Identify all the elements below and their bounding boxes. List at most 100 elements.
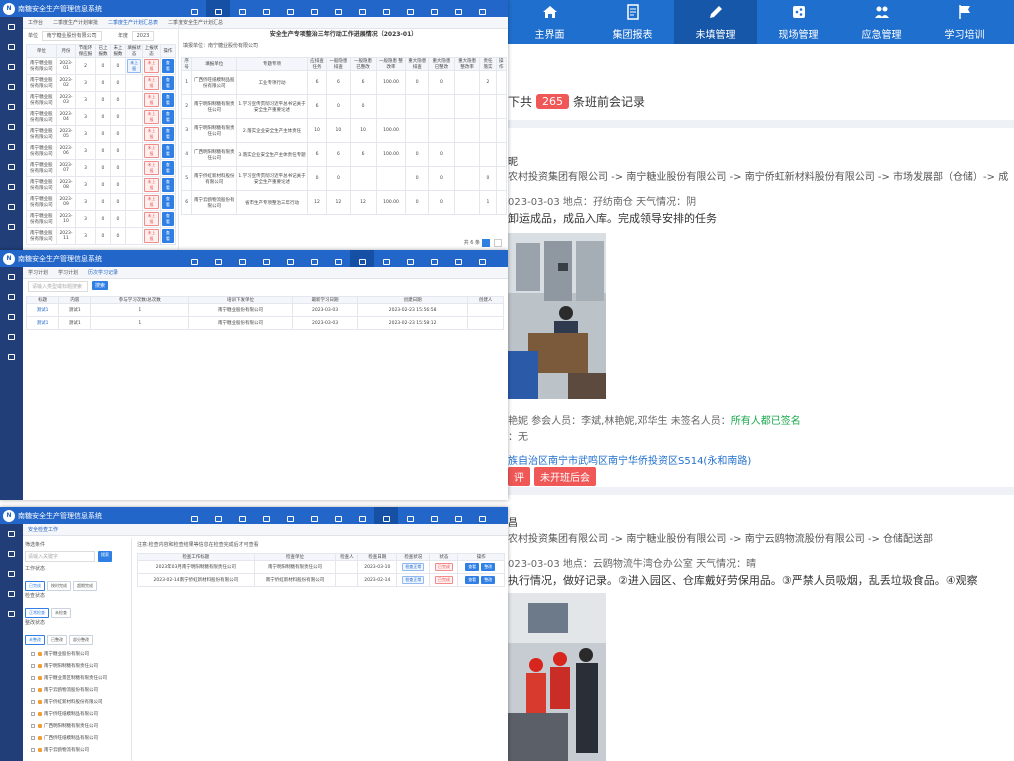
top-nav-item[interactable] [254, 507, 278, 524]
checkbox[interactable] [31, 664, 35, 668]
checkbox[interactable] [31, 652, 35, 656]
table-row[interactable]: 6 南宁云鸥物流股份有限公司 省市生产专项整治三年行动 12 12 12 100.00 0 0 1 [180, 190, 508, 215]
tab-inspection[interactable]: 安全检查工作 [23, 526, 63, 533]
filter-chip[interactable]: 已整改 [47, 635, 67, 645]
tab-q2-summary[interactable]: 二季度生产计划汇总表 [103, 19, 163, 26]
filter-chip[interactable]: 按时完成 [47, 581, 71, 591]
tree-search-input[interactable]: 请输入关键字 [25, 551, 95, 562]
table-row[interactable]: 南宁糖业股份有限公司 2023-09 3 0 0 未上报 查看 [26, 193, 177, 211]
nav-item-report[interactable]: 集团报表 [591, 0, 674, 44]
tree-item[interactable]: 南宁糖业景区制糖有限责任公司 [22, 672, 131, 684]
title-link[interactable]: 测试1 [37, 308, 49, 313]
top-nav-item[interactable] [206, 507, 230, 524]
sidebar-item[interactable] [0, 137, 23, 157]
top-nav-item[interactable] [470, 507, 494, 524]
year-picker[interactable]: 2023 [131, 31, 155, 41]
table-row[interactable]: 4 广西明阳制糖有限责任公司 3.落实企业安全生产主体责任专题 6 6 6 100.00 0 0 [180, 142, 508, 167]
sidebar-item[interactable] [0, 97, 23, 117]
top-nav-item[interactable] [302, 507, 326, 524]
top-nav-item[interactable] [254, 250, 278, 267]
sidebar-item[interactable] [0, 177, 23, 197]
sidebar-item[interactable] [0, 77, 23, 97]
table-cell[interactable]: 查看 [159, 125, 177, 143]
top-nav-item[interactable] [230, 250, 254, 267]
top-nav-item[interactable] [182, 507, 206, 524]
tree-search-button[interactable]: 搜索 [98, 551, 112, 562]
filter-chip[interactable]: 超期完成 [73, 581, 97, 591]
sidebar-item[interactable] [0, 307, 23, 327]
sidebar-item[interactable] [0, 287, 23, 307]
view-button[interactable]: 查看 [161, 110, 174, 124]
top-nav-item[interactable] [422, 0, 446, 17]
top-nav-item[interactable] [350, 0, 374, 17]
record-photo[interactable] [508, 593, 606, 761]
table-row[interactable]: 5 南宁侨虹新材料股份有限公司 1.学习宣传贯彻习近平总书记关于安全生产重要论述 0 0… [180, 166, 508, 191]
checkbox[interactable] [31, 700, 35, 704]
tab-plan[interactable]: 学习计划 [23, 269, 53, 276]
table-cell[interactable]: 查看 [159, 142, 177, 160]
top-nav-item[interactable] [446, 507, 470, 524]
table-cell[interactable]: 查看 [159, 91, 177, 109]
top-nav-item[interactable] [182, 0, 206, 17]
view-button[interactable]: 查看 [161, 59, 174, 73]
nav-item-home[interactable]: 主界面 [508, 0, 591, 44]
table-row[interactable]: 南宁糖业股份有限公司 2023-11 3 0 0 未上报 查看 [26, 227, 177, 245]
sidebar-item[interactable] [0, 544, 23, 564]
filter-chip[interactable]: 已完成 [25, 581, 45, 591]
table-row[interactable]: 测试1 测试1 1 南宁糖业股份有限公司 2023-03-03 2023-02-23 15… [25, 316, 504, 330]
filter-chip[interactable]: 未检查 [51, 608, 71, 618]
table-row[interactable]: 南宁糖业股份有限公司 2023-01 2 0 0 未上报 未上报 查看 [26, 57, 177, 75]
tab-history[interactable]: 历次学习记录 [83, 269, 123, 276]
sidebar-item[interactable] [0, 37, 23, 57]
table-row[interactable]: 南宁糖业股份有限公司 2023-05 3 0 0 未上报 查看 [26, 125, 177, 143]
sidebar-item[interactable] [0, 157, 23, 177]
sidebar-item[interactable] [0, 217, 23, 237]
top-nav-item[interactable] [398, 250, 422, 267]
action-button[interactable]: 查看 [465, 563, 480, 571]
top-nav-item[interactable] [470, 250, 494, 267]
table-cell[interactable]: 查看 [159, 210, 177, 228]
table-row[interactable]: 南宁糖业股份有限公司 2023-03 3 0 0 未上报 查看 [26, 91, 177, 109]
table-row[interactable]: 南宁糖业股份有限公司 2023-06 3 0 0 未上报 查看 [26, 142, 177, 160]
view-button[interactable]: 查看 [161, 127, 174, 141]
table-row[interactable]: 南宁糖业股份有限公司 2023-04 3 0 0 未上报 查看 [26, 108, 177, 126]
sidebar-item[interactable] [0, 267, 23, 287]
top-nav-item[interactable] [278, 0, 302, 17]
table-cell[interactable]: 查看 [159, 108, 177, 126]
nav-item-group[interactable]: 应急管理 [840, 0, 923, 44]
table-cell[interactable]: 查看 整改 [457, 573, 505, 587]
filter-chip[interactable]: 未整改 [25, 635, 45, 645]
search-button[interactable]: 搜索 [92, 281, 109, 290]
tree-item[interactable]: 广西明阳制糖有限责任公司 [22, 720, 131, 732]
checkbox[interactable] [31, 748, 35, 752]
table-row[interactable]: 1 广西侨旺纸模制品股份有限公司 工业专项行动 6 6 6 100.00 0 0 2 [180, 70, 508, 95]
top-nav-item[interactable] [398, 507, 422, 524]
action-button[interactable]: 整改 [481, 563, 496, 571]
title-link[interactable]: 测试1 [37, 321, 49, 326]
action-button[interactable]: 查看 [465, 576, 480, 584]
unit-select[interactable]: 南宁糖业股份有限公司 [41, 31, 102, 41]
tree-item[interactable]: 南宁侨虹新材料股份有限公司 [22, 696, 131, 708]
table-row[interactable]: 南宁糖业股份有限公司 2023-07 3 0 0 未上报 查看 [26, 159, 177, 177]
tree-item[interactable]: 南宁云鸥物流股份有限公司 [22, 684, 131, 696]
top-nav-item[interactable] [422, 507, 446, 524]
tree-item[interactable]: 南宁明阳制糖有限责任公司 [22, 660, 131, 672]
top-nav-item[interactable] [206, 0, 230, 17]
tab-home[interactable]: 工作台 [23, 19, 48, 26]
top-nav-item[interactable] [230, 507, 254, 524]
nav-item-pencil[interactable]: 未填管理 [674, 0, 757, 44]
tree-item[interactable]: 南宁糖业股份有限公司 [22, 648, 131, 660]
top-nav-item[interactable] [206, 250, 230, 267]
table-cell[interactable]: 查看 [159, 159, 177, 177]
view-button[interactable]: 查看 [161, 195, 174, 209]
top-nav-item[interactable] [374, 0, 398, 17]
table-row[interactable]: 2023年03月南宁明阳制糖有限责任公司 南宁明阳制糖有限责任公司 2023-03-… [137, 560, 505, 574]
table-row[interactable]: 2023-02-14南宁侨虹新材料股份有限公司 南宁侨虹新材料股份有限公司 2023… [137, 573, 505, 587]
sidebar-item[interactable] [0, 604, 23, 624]
page-1-button[interactable] [482, 239, 490, 247]
top-nav-item[interactable] [422, 250, 446, 267]
tab-q2-approval[interactable]: 二季度生产计划审批 [48, 19, 103, 26]
top-nav-item[interactable] [182, 250, 206, 267]
tree-item[interactable]: 广西侨旺纸模制品有限公司 [22, 732, 131, 744]
sidebar-item[interactable] [0, 564, 23, 584]
